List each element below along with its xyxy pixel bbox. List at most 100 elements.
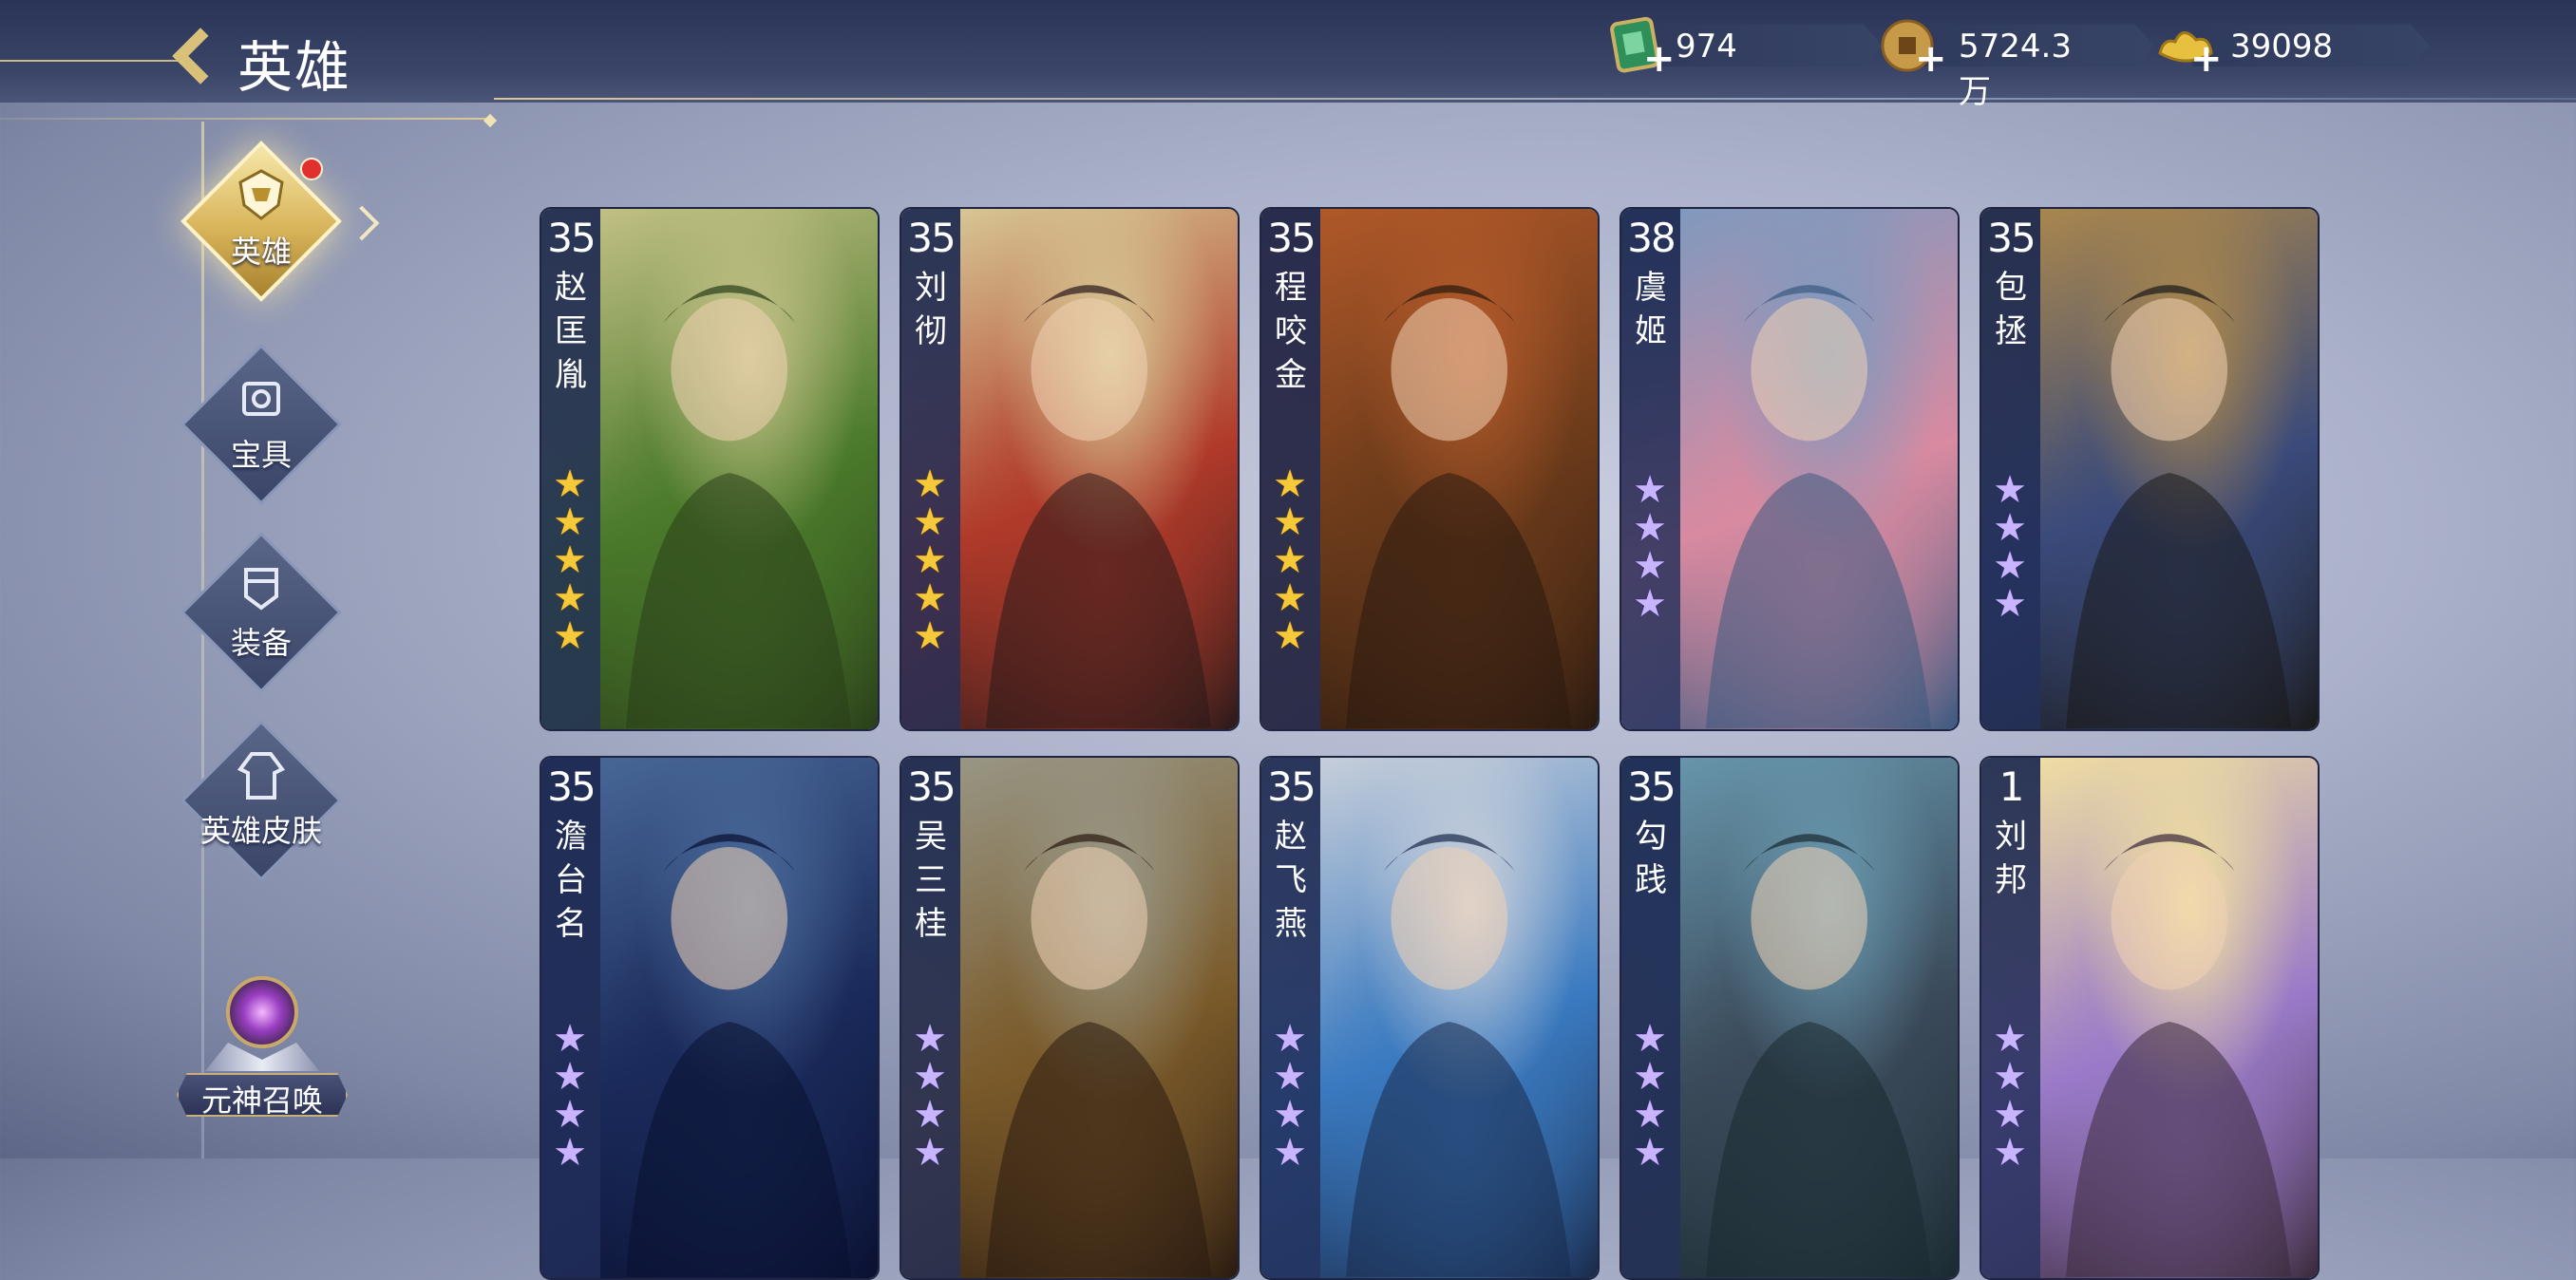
hero-level: 35 bbox=[1987, 215, 2036, 261]
star-icon: ★ bbox=[1273, 1131, 1307, 1175]
summon-orb-icon bbox=[226, 976, 298, 1048]
header-divider bbox=[494, 98, 2576, 100]
add-icon[interactable]: + bbox=[2190, 40, 2223, 78]
star-icon: ★ bbox=[1993, 468, 2027, 512]
star-icon: ★ bbox=[1273, 500, 1307, 544]
sidebar-item-equipment[interactable]: 装备 bbox=[180, 532, 342, 693]
hero-level: 35 bbox=[547, 215, 596, 261]
hero-card[interactable]: 35 吴三桂 ★ ★ ★ ★ bbox=[900, 756, 1240, 1280]
resource-value: 974 bbox=[1676, 28, 1737, 66]
hero-card[interactable]: 35 包拯 ★ ★ ★ ★ bbox=[1979, 207, 2320, 731]
star-icon: ★ bbox=[1993, 506, 2027, 550]
back-button[interactable] bbox=[171, 27, 229, 99]
hero-stars: ★ ★ ★ ★ bbox=[1989, 471, 2031, 623]
header-divider bbox=[0, 118, 494, 120]
star-icon: ★ bbox=[913, 1093, 947, 1137]
chevron-right-icon bbox=[344, 205, 380, 241]
star-icon: ★ bbox=[1273, 1093, 1307, 1137]
hero-name: 包拯 bbox=[1995, 269, 2027, 350]
star-icon: ★ bbox=[913, 1055, 947, 1099]
hero-card[interactable]: 35 程咬金 ★ ★ ★ ★ ★ bbox=[1260, 207, 1600, 731]
hero-stars: ★ ★ ★ ★ ★ bbox=[909, 465, 951, 655]
star-icon: ★ bbox=[913, 462, 947, 506]
hero-stars: ★ ★ ★ ★ bbox=[1269, 1020, 1311, 1172]
header-divider bbox=[0, 60, 180, 62]
star-icon: ★ bbox=[1633, 544, 1667, 588]
star-icon: ★ bbox=[553, 576, 587, 620]
hero-name: 吴三桂 bbox=[915, 818, 947, 943]
hero-name: 澹台名 bbox=[555, 818, 587, 943]
summon-label: 元神召唤 bbox=[200, 1082, 323, 1119]
hero-level: 35 bbox=[1267, 763, 1316, 810]
star-icon: ★ bbox=[553, 1055, 587, 1099]
sidebar-item-hero-skins[interactable]: 英雄皮肤 bbox=[180, 720, 342, 881]
hero-level: 38 bbox=[1627, 215, 1676, 261]
star-icon: ★ bbox=[553, 462, 587, 506]
star-icon: ★ bbox=[1633, 506, 1667, 550]
back-chevron-icon bbox=[172, 28, 229, 85]
armor-icon bbox=[244, 568, 278, 611]
star-icon: ★ bbox=[553, 500, 587, 544]
star-icon: ★ bbox=[553, 1093, 587, 1137]
hero-stars: ★ ★ ★ ★ bbox=[1629, 1020, 1671, 1172]
hero-name: 勾践 bbox=[1635, 818, 1667, 899]
sidebar-item-label: 英雄 bbox=[230, 234, 292, 270]
hero-helmet-icon bbox=[238, 169, 284, 220]
sidebar-item-label: 宝具 bbox=[230, 437, 292, 473]
hero-name: 刘彻 bbox=[915, 269, 947, 350]
hero-card[interactable]: 35 赵飞燕 ★ ★ ★ ★ bbox=[1260, 756, 1600, 1280]
star-icon: ★ bbox=[1993, 1093, 2027, 1137]
resource-value: 39098 bbox=[2230, 28, 2334, 66]
star-icon: ★ bbox=[1633, 1131, 1667, 1175]
hero-card[interactable]: 35 澹台名 ★ ★ ★ ★ bbox=[540, 756, 880, 1280]
star-icon: ★ bbox=[553, 538, 587, 582]
sidebar-item-heroes[interactable]: 英雄 bbox=[180, 141, 342, 302]
star-icon: ★ bbox=[913, 1017, 947, 1061]
add-icon[interactable]: + bbox=[1915, 40, 1947, 78]
star-icon: ★ bbox=[1273, 614, 1307, 658]
hero-name: 赵飞燕 bbox=[1275, 818, 1307, 943]
star-icon: ★ bbox=[1993, 582, 2027, 626]
star-icon: ★ bbox=[1633, 582, 1667, 626]
sidebar-item-label: 英雄皮肤 bbox=[199, 813, 322, 849]
hero-level: 35 bbox=[1267, 215, 1316, 261]
notification-dot bbox=[300, 158, 323, 180]
star-icon: ★ bbox=[1273, 1017, 1307, 1061]
sidebar-item-label: 装备 bbox=[230, 625, 292, 661]
hero-card[interactable]: 35 刘彻 ★ ★ ★ ★ ★ bbox=[900, 207, 1240, 731]
star-icon: ★ bbox=[1993, 544, 2027, 588]
star-icon: ★ bbox=[1273, 462, 1307, 506]
star-icon: ★ bbox=[1633, 1055, 1667, 1099]
treasure-icon bbox=[242, 382, 280, 416]
spirit-summon-button[interactable]: 元神召唤 bbox=[167, 969, 357, 1149]
hero-name: 刘邦 bbox=[1995, 818, 2027, 899]
star-icon: ★ bbox=[1633, 1093, 1667, 1137]
star-icon: ★ bbox=[1273, 538, 1307, 582]
header-ornament bbox=[483, 113, 498, 128]
hero-level: 35 bbox=[907, 763, 956, 810]
resource-value: 5724.3万 bbox=[1959, 28, 2072, 111]
hero-card[interactable]: 35 赵匡胤 ★ ★ ★ ★ ★ bbox=[540, 207, 880, 731]
star-icon: ★ bbox=[1273, 1055, 1307, 1099]
star-icon: ★ bbox=[553, 1017, 587, 1061]
star-icon: ★ bbox=[913, 614, 947, 658]
hero-card[interactable]: 1 刘邦 ★ ★ ★ ★ bbox=[1979, 756, 2320, 1280]
hero-card[interactable]: 38 虞姬 ★ ★ ★ ★ bbox=[1619, 207, 1960, 731]
hero-name: 程咬金 bbox=[1275, 269, 1307, 394]
hero-stars: ★ ★ ★ ★ bbox=[549, 1020, 591, 1172]
star-icon: ★ bbox=[1993, 1131, 2027, 1175]
star-icon: ★ bbox=[553, 614, 587, 658]
add-icon[interactable]: + bbox=[1643, 40, 1676, 78]
hero-card[interactable]: 35 勾践 ★ ★ ★ ★ bbox=[1619, 756, 1960, 1280]
sidebar-item-treasures[interactable]: 宝具 bbox=[180, 344, 342, 505]
star-icon: ★ bbox=[553, 1131, 587, 1175]
star-icon: ★ bbox=[1273, 576, 1307, 620]
star-icon: ★ bbox=[1633, 468, 1667, 512]
hero-stars: ★ ★ ★ ★ bbox=[1629, 471, 1671, 623]
hero-name: 赵匡胤 bbox=[555, 269, 587, 394]
hero-level: 35 bbox=[907, 215, 956, 261]
hero-level: 35 bbox=[547, 763, 596, 810]
hero-level: 35 bbox=[1627, 763, 1676, 810]
robe-icon bbox=[237, 752, 286, 800]
star-icon: ★ bbox=[1993, 1055, 2027, 1099]
